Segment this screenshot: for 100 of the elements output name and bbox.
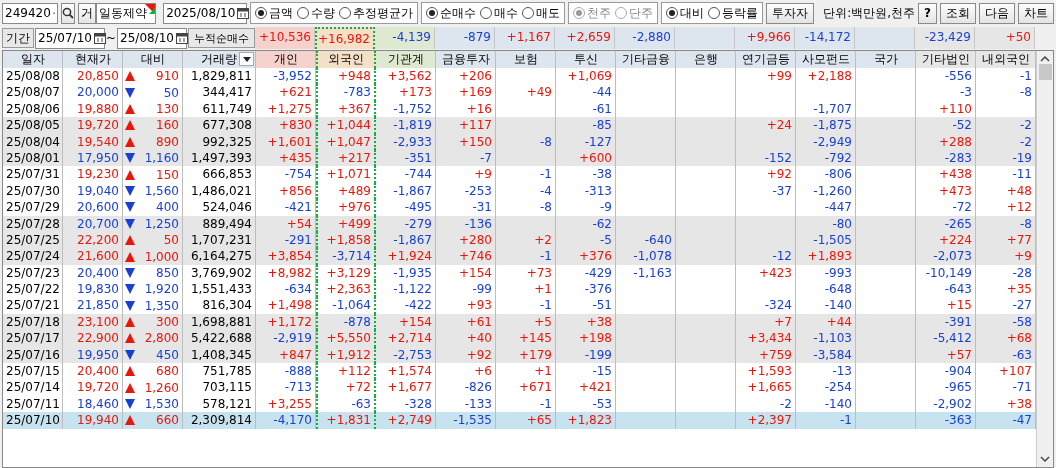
calendar-icon[interactable] <box>93 32 106 44</box>
radio-option[interactable]: 순매수 <box>426 4 477 22</box>
value-cell: -1,819 <box>376 117 436 134</box>
value-cell: +1,924 <box>376 248 436 265</box>
value-cell: -1,875 <box>796 117 856 134</box>
value-cell: -422 <box>376 297 436 314</box>
value-cell: +24 <box>736 117 796 134</box>
value-cell: +1,665 <box>736 379 796 396</box>
value-cell: -447 <box>796 199 856 216</box>
table-row[interactable]: 25/07/21 21,850 1,350 816,304 +1,498 -1,064 -422 +93 -1 -51 -324 -140 +15 -27 <box>3 297 1036 314</box>
value-cell: -51 <box>556 297 616 314</box>
column-header: 개인 <box>256 51 316 68</box>
calendar-icon[interactable] <box>175 32 188 44</box>
scroll-up-icon[interactable] <box>1040 55 1050 62</box>
price-cell: 19,540 <box>63 133 123 150</box>
radio-option[interactable]: 등락률 <box>708 4 759 22</box>
table-row[interactable]: 25/08/08 20,850 910 1,829,811 -3,952 +948 +3,562 +206 +1,069 +99 +2,188 -556 -1 <box>3 68 1036 85</box>
summary-cell: +9,966 <box>735 27 795 49</box>
value-cell: -495 <box>376 199 436 216</box>
table-row[interactable]: 25/08/05 19,720 160 677,308 +830 +1,044 -1,819 +117 -85 +24 -1,875 -52 -2 <box>3 117 1036 134</box>
volume-cell: 2,309,814 <box>183 412 256 429</box>
date-cell: 25/07/28 <box>3 215 63 232</box>
value-cell: -754 <box>256 166 316 183</box>
price-cell: 19,720 <box>63 117 123 134</box>
change-cell: 1,530 <box>144 397 179 411</box>
radio-option[interactable]: 대비 <box>666 4 705 22</box>
value-cell: -127 <box>556 133 616 150</box>
column-header: 대비 <box>123 51 183 68</box>
dropdown-caret-icon <box>242 56 251 62</box>
summary-cell: -14,172 <box>795 27 855 49</box>
date-cell: 25/07/31 <box>3 166 63 183</box>
value-cell: -806 <box>796 166 856 183</box>
value-cell: -38 <box>556 166 616 183</box>
value-cell: +288 <box>916 133 976 150</box>
table-row[interactable]: 25/07/29 20,600 400 524,046 -421 +976 -495 -31 -8 -9 -447 -72 +12 <box>3 199 1036 216</box>
value-cell: -1 <box>496 166 556 183</box>
table-row[interactable]: 25/07/14 19,720 1,260 703,115 -713 +72 +1,677 -826 +671 +421 +1,665 -254 -965 -71 <box>3 379 1036 396</box>
column-header: 거래량 <box>183 51 256 68</box>
table-row[interactable]: 25/07/10 19,940 660 2,309,814 -4,170 +1,831 +2,749 -1,535 +65 +1,823 +2,397 -1 -363 -47 <box>3 412 1036 429</box>
column-header: 내외국인 <box>976 51 1036 68</box>
search-tag-button[interactable]: 거 <box>78 2 96 24</box>
change-cell: 450 <box>156 347 179 362</box>
change-cell: 1,260 <box>144 380 179 395</box>
value-cell: -2,949 <box>796 133 856 150</box>
radio-option[interactable]: 금액 <box>255 4 294 22</box>
change-cell: 1,920 <box>144 282 179 297</box>
value-cell: +54 <box>256 215 316 232</box>
scroll-down-icon[interactable] <box>1040 456 1050 463</box>
table-row[interactable]: 25/07/31 19,230 150 666,853 -754 +1,071 -744 +9 -1 -38 +92 -806 +438 -11 <box>3 166 1036 183</box>
change-cell: 50 <box>163 233 179 248</box>
toolbar-button[interactable]: ? <box>918 2 937 24</box>
table-row[interactable]: 25/07/15 20,400 680 751,785 -888 +112 +1,574 +6 +1 -15 +1,593 -13 -904 +107 <box>3 363 1036 380</box>
investor-button[interactable]: 투자자 <box>766 2 815 24</box>
change-cell: 1,160 <box>144 151 179 166</box>
radio-option[interactable]: 매도 <box>522 4 561 22</box>
change-cell: 50 <box>163 85 179 100</box>
value-cell: +3,854 <box>256 248 316 265</box>
value-cell: +9 <box>436 166 496 183</box>
date-field[interactable]: 2025/08/10 <box>163 2 248 24</box>
value-cell: -3 <box>916 84 976 101</box>
volume-cell: 6,164,275 <box>183 248 256 265</box>
value-cell: +1,498 <box>256 297 316 314</box>
value-cell: +173 <box>376 84 436 101</box>
corner-flag-icon <box>145 3 156 14</box>
value-cell: -140 <box>796 297 856 314</box>
volume-cell: 889,494 <box>183 215 256 232</box>
table-row[interactable]: 25/07/17 22,900 2,800 5,422,688 -2,919 +5,550 +2,714 +40 +145 +198 +3,434 -1,103 -5,412 +68 <box>3 330 1036 347</box>
calendar-icon[interactable] <box>237 7 250 19</box>
table-row[interactable]: 25/08/07 20,000 50 344,417 +621 -783 +173 +169 +49 -44 -3 -8 <box>3 84 1036 101</box>
table-row[interactable]: 25/07/24 21,600 1,000 6,164,275 +3,854 -3,714 +1,924 +746 -1 +376 -1,078 -12 +1,893 -2,073 +9 <box>3 248 1036 265</box>
radio-option[interactable]: 매수 <box>480 4 519 22</box>
value-cell: -1,535 <box>436 412 496 429</box>
table-row[interactable]: 25/07/22 19,830 1,920 1,551,433 -634 +2,363 -1,122 -99 +1 -376 -648 -643 +35 <box>3 281 1036 298</box>
toolbar-button[interactable]: 조회 <box>940 2 976 24</box>
value-cell: +65 <box>496 412 556 429</box>
column-header: 현재가 <box>63 51 123 68</box>
radio-option[interactable]: 추정평균가 <box>339 4 414 22</box>
value-cell: -279 <box>376 215 436 232</box>
radio-option[interactable]: 수량 <box>297 4 336 22</box>
stock-name-field[interactable]: 일동제약 <box>96 2 157 24</box>
value-cell: -1,078 <box>616 248 676 265</box>
value-cell: -62 <box>556 215 616 232</box>
toolbar-button[interactable]: 다음 <box>979 2 1015 24</box>
column-menu-button[interactable] <box>239 52 254 66</box>
end-date-field[interactable]: 25/08/10 <box>117 27 188 49</box>
change-cell: 400 <box>156 200 179 215</box>
stock-code-field[interactable]: 249420 <box>2 2 58 24</box>
volume-cell: 344,417 <box>183 84 256 101</box>
summary-cell: -4,139 <box>375 27 435 49</box>
value-cell: -254 <box>796 379 856 396</box>
search-button[interactable] <box>61 2 75 24</box>
start-date-field[interactable]: 25/07/10 <box>35 27 105 49</box>
summary-cell: +16,982 <box>315 27 375 49</box>
value-cell: +15 <box>916 297 976 314</box>
column-header: 금융투자 <box>436 51 496 68</box>
scrollbar-thumb[interactable] <box>1038 64 1052 80</box>
volume-cell: 524,046 <box>183 199 256 216</box>
toolbar-button[interactable]: 차트 <box>1018 2 1054 24</box>
price-cell: 22,900 <box>63 330 123 347</box>
change-cell: 890 <box>156 134 179 149</box>
